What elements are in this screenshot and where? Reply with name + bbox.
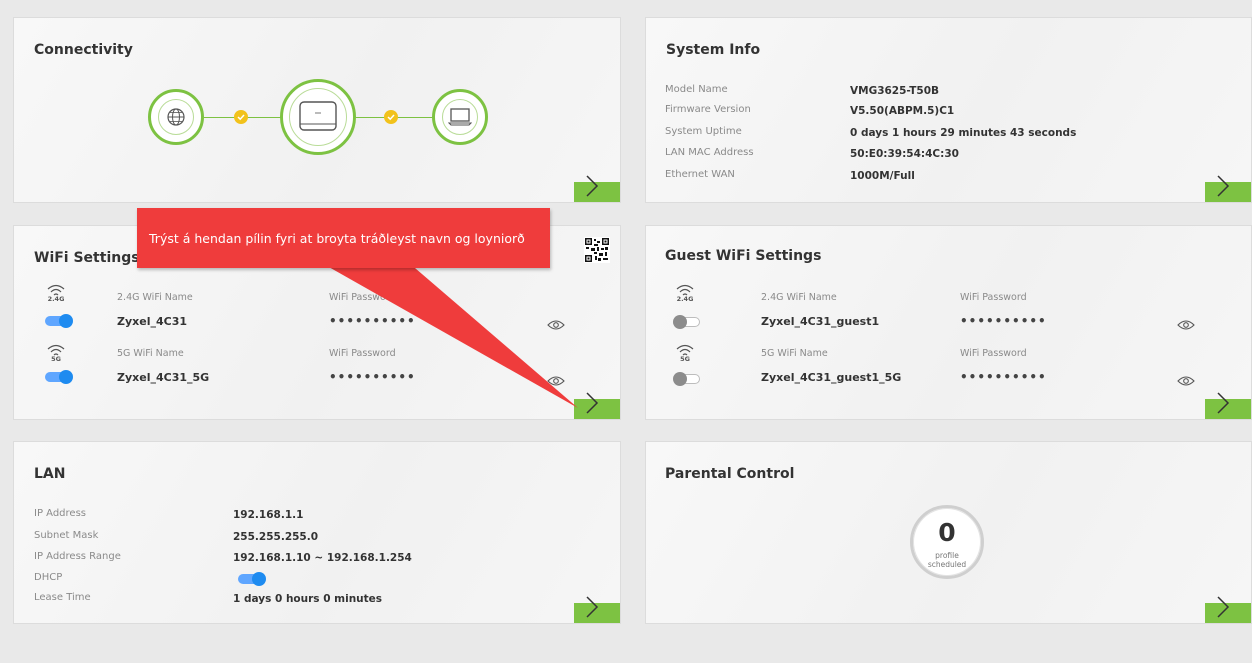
ethernet-wan-label: Ethernet WAN [665, 169, 735, 180]
guest-24g-toggle[interactable] [673, 315, 700, 329]
lan-status-check-icon [384, 110, 398, 124]
subnet-mask-value: 255.255.255.0 [233, 531, 319, 543]
guest-24g-password-label: WiFi Password [960, 292, 1027, 303]
wifi-24g-name-value: Zyxel_4C31 [117, 315, 188, 328]
lease-time-value: 1 days 0 hours 0 minutes [233, 593, 383, 605]
wifi-24g-password-label: WiFi Password [329, 292, 396, 303]
device-node [432, 89, 488, 145]
wifi-help-tooltip: Trýst á hendan pílin fyri at broyta tráð… [137, 208, 550, 268]
wifi-24g-band-icon: 2.4G [45, 282, 67, 304]
tooltip-text: Trýst á hendan pílin fyri at broyta tráð… [149, 231, 525, 246]
parental-control-more-button[interactable] [1205, 596, 1251, 623]
guest-5g-name-value: Zyxel_4C31_guest1_5G [761, 371, 902, 384]
internet-node [148, 89, 204, 145]
eye-icon[interactable] [1177, 375, 1195, 387]
profile-label: profile [935, 551, 959, 560]
lan-more-button[interactable] [574, 596, 620, 623]
ip-address-label: IP Address [34, 508, 86, 519]
lease-time-label: Lease Time [34, 592, 91, 603]
wifi-24g-toggle[interactable] [45, 314, 73, 328]
ethernet-wan-value: 1000M/Full [850, 170, 915, 182]
ip-range-label: IP Address Range [34, 551, 121, 562]
internet-status-check-icon [234, 110, 248, 124]
wifi-settings-more-button[interactable] [574, 392, 620, 419]
router-node [280, 79, 356, 155]
guest-5g-toggle[interactable] [673, 372, 700, 386]
guest-24g-band-icon: 2.4G [674, 282, 696, 304]
model-name-value: VMG3625-T50B [850, 85, 940, 97]
parental-control-title: Parental Control [665, 466, 795, 482]
qr-code-icon[interactable] [584, 237, 610, 263]
wifi-24g-name-label: 2.4G WiFi Name [117, 292, 193, 303]
ip-range-value: 192.168.1.10 ~ 192.168.1.254 [233, 552, 412, 564]
guest-24g-name-label: 2.4G WiFi Name [761, 292, 837, 303]
lan-mac-label: LAN MAC Address [665, 147, 754, 158]
chevron-right-icon [1217, 175, 1230, 197]
eye-icon[interactable] [547, 375, 565, 387]
chevron-right-icon [1217, 596, 1230, 618]
wifi-5g-name-value: Zyxel_4C31_5G [117, 371, 210, 384]
profile-scheduled-counter: 0 profile scheduled [910, 505, 984, 579]
subnet-mask-label: Subnet Mask [34, 530, 99, 541]
connectivity-more-button[interactable] [574, 175, 620, 202]
wifi-24g-password-value: •••••••••• [329, 314, 416, 328]
wifi-5g-band-icon: 5G [45, 342, 67, 364]
system-uptime-value: 0 days 1 hours 29 minutes 43 seconds [850, 127, 1077, 139]
guest-5g-password-label: WiFi Password [960, 348, 1027, 359]
firmware-version-label: Firmware Version [665, 104, 751, 115]
guest-wifi-more-button[interactable] [1205, 392, 1251, 419]
ip-address-value: 192.168.1.1 [233, 509, 304, 521]
wifi-5g-password-label: WiFi Password [329, 348, 396, 359]
guest-wifi-title: Guest WiFi Settings [665, 248, 822, 264]
lan-mac-value: 50:E0:39:54:4C:30 [850, 148, 959, 160]
router-icon [299, 101, 337, 131]
connectivity-title: Connectivity [34, 42, 133, 58]
system-info-card: System Info Model Name VMG3625-T50B Firm… [645, 17, 1252, 203]
eye-icon[interactable] [547, 319, 565, 331]
guest-5g-band-icon: 5G [674, 342, 696, 364]
profile-count: 0 [938, 518, 956, 547]
guest-24g-name-value: Zyxel_4C31_guest1 [761, 315, 880, 328]
wifi-5g-password-value: •••••••••• [329, 370, 416, 384]
chevron-right-icon [586, 596, 599, 618]
guest-5g-password-value: •••••••••• [960, 370, 1047, 384]
wifi-5g-name-label: 5G WiFi Name [117, 348, 184, 359]
model-name-label: Model Name [665, 84, 728, 95]
guest-5g-name-label: 5G WiFi Name [761, 348, 828, 359]
chevron-right-icon [1217, 392, 1230, 414]
firmware-version-value: V5.50(ABPM.5)C1 [850, 105, 955, 117]
wifi-settings-title: WiFi Settings [34, 250, 140, 266]
system-uptime-label: System Uptime [665, 126, 742, 137]
connectivity-card: Connectivity [13, 17, 621, 203]
scheduled-label: scheduled [927, 560, 967, 569]
lan-title: LAN [34, 466, 66, 482]
dhcp-label: DHCP [34, 572, 63, 583]
chevron-right-icon [586, 175, 599, 197]
system-info-title: System Info [666, 42, 761, 58]
dhcp-toggle[interactable] [238, 572, 266, 586]
lan-card: LAN IP Address 192.168.1.1 Subnet Mask 2… [13, 441, 621, 624]
laptop-icon [448, 108, 472, 126]
chevron-right-icon [586, 392, 599, 414]
guest-wifi-card: Guest WiFi Settings 2.4G 2.4G WiFi Name … [645, 225, 1252, 420]
wifi-5g-toggle[interactable] [45, 370, 73, 384]
eye-icon[interactable] [1177, 319, 1195, 331]
guest-24g-password-value: •••••••••• [960, 314, 1047, 328]
system-info-more-button[interactable] [1205, 175, 1251, 202]
globe-icon [167, 108, 185, 126]
parental-control-card: Parental Control 0 profile scheduled [645, 441, 1252, 624]
